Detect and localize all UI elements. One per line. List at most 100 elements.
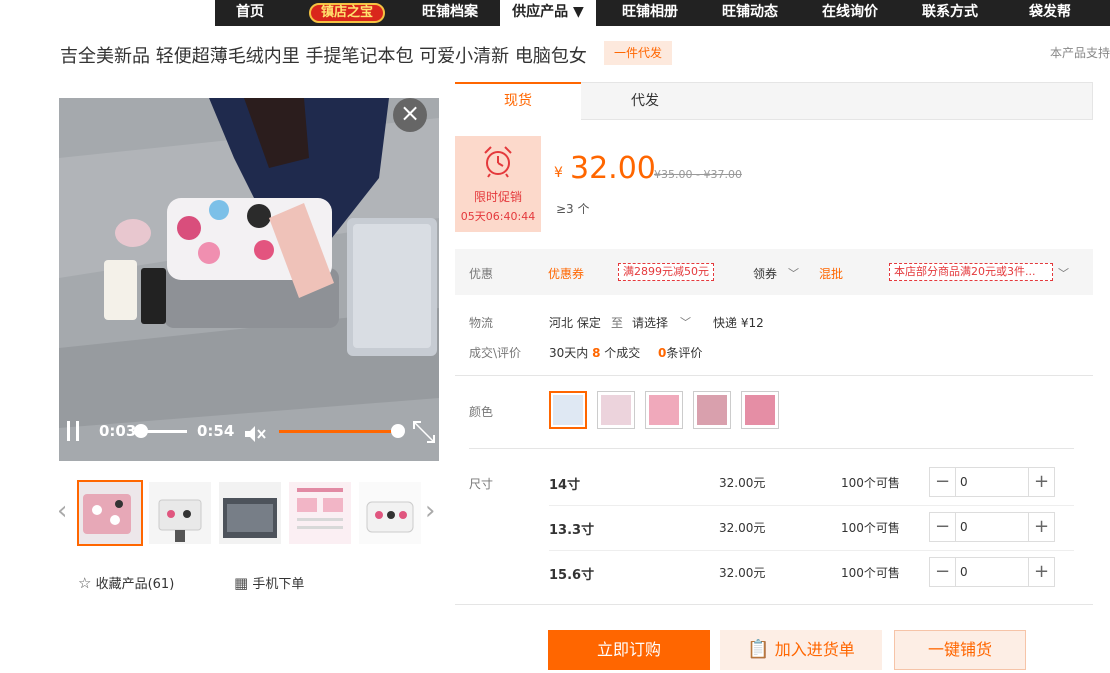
video-duration: 0:54 <box>197 422 235 440</box>
express-fee: 快递 ¥12 <box>713 316 764 330</box>
thumbnail-next-arrow[interactable]: › <box>425 498 435 524</box>
nav-home[interactable]: 首页 <box>215 0 285 26</box>
size-price: 32.00元 <box>719 521 766 535</box>
row-divider <box>549 505 1074 506</box>
deals-summary: 30天内 8 个成交 <box>549 344 640 361</box>
size-stock: 100个可售 <box>841 566 900 580</box>
chevron-down-icon[interactable]: ﹀ <box>1058 265 1069 281</box>
collect-label: 收藏产品(61) <box>95 577 175 592</box>
reviews-summary[interactable]: 0条评价 <box>658 344 702 361</box>
thumbnail-5[interactable] <box>359 482 421 544</box>
mute-icon[interactable] <box>244 425 266 443</box>
tab-in-stock[interactable]: 现货 <box>455 82 581 121</box>
mix-batch-ticket[interactable]: 本店部分商品满20元或3件... <box>889 263 1053 281</box>
support-text: 本产品支持 <box>1049 46 1110 60</box>
thumbnail-3[interactable] <box>219 482 281 544</box>
nav-inquiry[interactable]: 在线询价 <box>805 0 895 26</box>
flash-sale-box: 限时促销 05天06:40:44 <box>455 136 541 232</box>
fullscreen-icon[interactable] <box>413 421 435 443</box>
color-swatch-1[interactable] <box>549 391 587 429</box>
row-divider <box>549 550 1074 551</box>
color-swatch-3[interactable] <box>645 391 683 429</box>
plus-button[interactable]: + <box>1028 513 1054 541</box>
product-title: 吉全美新品 轻便超薄毛绒内里 手提笔记本包 可爱小清新 电脑包女 <box>60 46 587 67</box>
add-to-list-button[interactable]: 📋 加入进货单 <box>720 630 882 670</box>
thumbnail-2[interactable] <box>149 482 211 544</box>
nav-news[interactable]: 旺铺动态 <box>705 0 795 26</box>
nav-contact[interactable]: 联系方式 <box>905 0 995 26</box>
quantity-input[interactable]: 0 <box>960 520 968 534</box>
size-row-15-6: 15.6寸 32.00元 100个可售 − 0 + <box>549 557 1059 587</box>
product-video[interactable]: × 0:03 0:54 <box>59 98 439 461</box>
quantity-input[interactable]: 0 <box>960 475 968 489</box>
qrcode-icon: ▦ <box>234 574 249 592</box>
chevron-down-icon[interactable]: ﹀ <box>788 265 799 281</box>
nav-featured[interactable]: 镇店之宝 <box>303 0 391 26</box>
mix-batch-title: 混批 <box>819 267 844 281</box>
plus-button[interactable]: + <box>1028 558 1054 586</box>
size-price: 32.00元 <box>719 476 766 490</box>
reviews-suffix: 条评价 <box>666 346 703 360</box>
nav-profile[interactable]: 旺铺档案 <box>405 0 495 26</box>
alarm-clock-icon <box>484 146 512 178</box>
color-swatch-4[interactable] <box>693 391 731 429</box>
nav-products[interactable]: 供应产品 ▼ <box>500 0 596 26</box>
ship-to-select[interactable]: 请选择 <box>632 314 668 331</box>
deals-count: 8 <box>592 346 601 360</box>
minus-button[interactable]: − <box>930 513 956 541</box>
video-current-time: 0:03 <box>99 422 137 440</box>
clipboard-icon: 📋 <box>747 639 770 660</box>
nav-featured-label: 镇店之宝 <box>309 3 385 23</box>
collect-button[interactable]: ☆ 收藏产品(61) <box>78 573 174 593</box>
mobile-order-button[interactable]: ▦ 手机下单 <box>234 573 304 593</box>
close-video-button[interactable]: × <box>393 98 427 132</box>
thumbnail-strip: ‹ › <box>57 478 439 550</box>
size-price: 32.00元 <box>719 566 766 580</box>
coupon-bar: 优惠 优惠券 满2899元减50元 领券 ﹀ 混批 本店部分商品满20元或3件.… <box>455 249 1093 295</box>
flash-sale-label: 限时促销 <box>473 190 522 204</box>
video-progress-handle[interactable] <box>134 424 148 438</box>
chevron-down-icon[interactable]: ﹀ <box>680 314 691 330</box>
color-label: 颜色 <box>469 405 494 419</box>
nav-album[interactable]: 旺铺相册 <box>605 0 695 26</box>
size-name: 15.6寸 <box>549 568 595 583</box>
nav-daifa[interactable]: 袋发帮 <box>1005 0 1095 26</box>
top-nav: 首页 镇店之宝 旺铺档案 供应产品 ▼ 旺铺相册 旺铺动态 在线询价 联系方式 … <box>0 0 1110 26</box>
quantity-stepper: − 0 + <box>929 467 1055 497</box>
order-now-button[interactable]: 立即订购 <box>548 630 710 670</box>
star-icon: ☆ <box>78 574 92 592</box>
one-key-distribute-button[interactable]: 一键铺货 <box>894 630 1026 670</box>
plus-button[interactable]: + <box>1028 468 1054 496</box>
minus-button[interactable]: − <box>930 558 956 586</box>
thumbnail-1[interactable] <box>77 480 143 546</box>
size-stock: 100个可售 <box>841 476 900 490</box>
quantity-input[interactable]: 0 <box>960 565 968 579</box>
deals-suffix: 个成交 <box>604 346 641 360</box>
quantity-stepper: − 0 + <box>929 512 1055 542</box>
mobile-order-label: 手机下单 <box>252 577 305 592</box>
size-name: 13.3寸 <box>549 523 595 538</box>
volume-slider[interactable] <box>279 430 397 433</box>
price-value: 32.00 <box>570 151 656 186</box>
dropship-tag: 一件代发 <box>604 41 672 65</box>
minus-button[interactable]: − <box>930 468 956 496</box>
video-frame <box>59 98 439 461</box>
claim-coupon-button[interactable]: 领券 <box>753 265 777 282</box>
size-name: 14寸 <box>549 478 581 493</box>
coupon-label: 优惠 <box>469 267 494 281</box>
coupon-ticket[interactable]: 满2899元减50元 <box>618 263 714 281</box>
thumbnail-prev-arrow[interactable]: ‹ <box>57 498 67 524</box>
volume-handle[interactable] <box>391 424 405 438</box>
color-swatch-5[interactable] <box>741 391 779 429</box>
size-row-14: 14寸 32.00元 100个可售 − 0 + <box>549 467 1059 497</box>
divider <box>455 375 1093 376</box>
tab-dropship[interactable]: 代发 <box>582 82 708 121</box>
min-order-qty: ≥3 个 <box>556 202 590 216</box>
divider <box>455 604 1093 605</box>
color-swatch-2[interactable] <box>597 391 635 429</box>
pause-icon[interactable] <box>67 421 81 441</box>
divider <box>469 448 1074 449</box>
coupon-title: 优惠券 <box>548 267 585 281</box>
price-currency: ¥ <box>554 165 563 181</box>
thumbnail-4[interactable] <box>289 482 351 544</box>
